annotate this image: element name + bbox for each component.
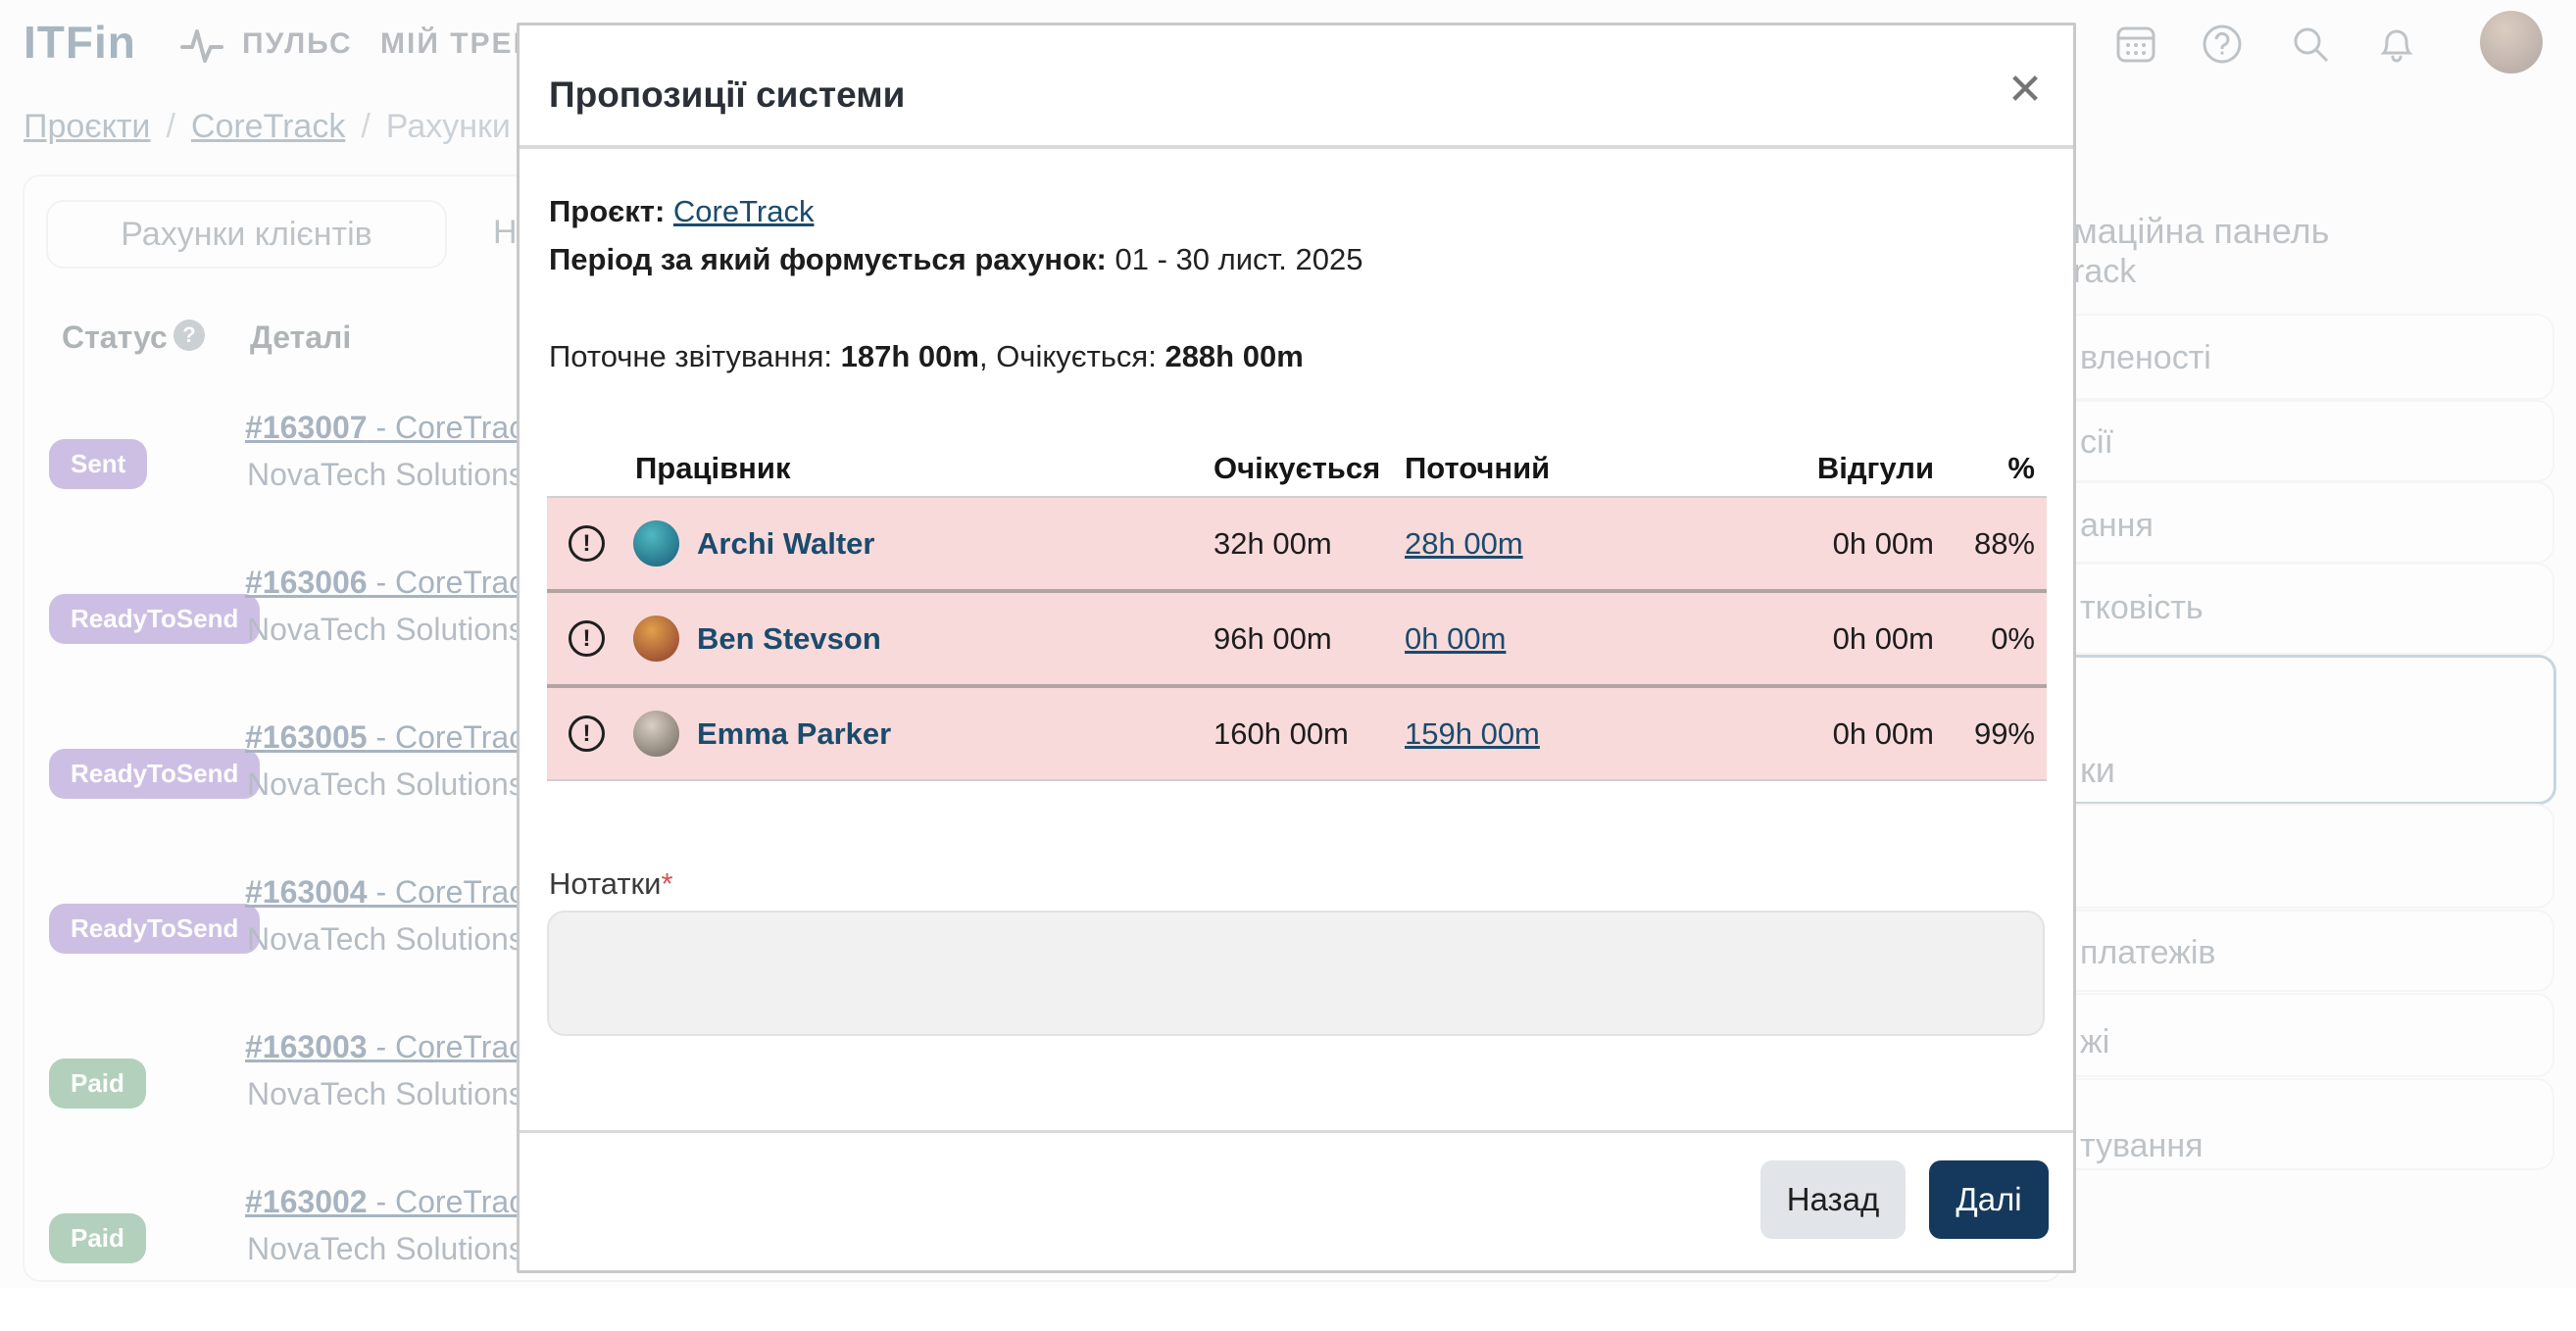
notes-textarea[interactable] — [547, 911, 2045, 1036]
footer-divider — [520, 1130, 2073, 1133]
col-time-off: Відгули — [1816, 451, 1934, 485]
header-divider — [520, 145, 2073, 149]
employee-row: ! Emma Parker 160h 00m 159h 00m 0h 00m 9… — [547, 688, 2047, 781]
invoice-link[interactable]: #163007 - CoreTrack — [245, 410, 540, 446]
search-icon[interactable] — [2290, 24, 2331, 65]
time-off-hours: 0h 00m — [1832, 620, 1934, 656]
nav-pulse[interactable]: ПУЛЬС — [242, 27, 353, 61]
bell-icon[interactable] — [2376, 24, 2417, 65]
employee-name: Emma Parker — [697, 715, 892, 751]
side-panel-title: маційна панель — [2073, 211, 2330, 251]
invoice-link[interactable]: #163003 - CoreTrack — [245, 1029, 540, 1065]
time-off-hours: 0h 00m — [1832, 525, 1934, 561]
col-current: Поточний — [1405, 451, 1551, 485]
itfin-logo[interactable]: ITFin — [24, 16, 136, 69]
time-off-hours: 0h 00m — [1832, 715, 1934, 751]
side-panel-subtitle: rack — [2073, 253, 2137, 290]
breadcrumb-projects[interactable]: Проєкти — [24, 108, 150, 145]
side-item-label: тування — [2080, 1127, 2204, 1164]
app-stage: ITFin ПУЛЬС МІЙ ТРЕКЕР Проєкти / CoreTra… — [0, 0, 2576, 1288]
invoice-link[interactable]: #163004 - CoreTrack — [245, 874, 540, 911]
employee-name: Archi Walter — [697, 525, 875, 561]
warning-icon: ! — [569, 715, 605, 752]
avatar — [633, 711, 679, 757]
required-asterisk: * — [661, 866, 673, 901]
percent-value: 88% — [1973, 525, 2035, 561]
calendar-icon[interactable] — [2115, 24, 2156, 65]
side-item-label: платежів — [2080, 934, 2216, 971]
employees-table: Працівник Очікується Поточний Відгули % … — [547, 441, 2047, 781]
current-hours-link[interactable]: 28h 00m — [1405, 526, 1523, 561]
totals-line: Поточне звітування: 187h 00m, Очікується… — [549, 339, 1304, 373]
close-icon[interactable]: ✕ — [2004, 69, 2047, 112]
status-help-icon[interactable]: ? — [173, 320, 205, 351]
employee-row: ! Archi Walter 32h 00m 28h 00m 0h 00m 88… — [547, 498, 2047, 593]
system-proposals-modal: Пропозиції системи ✕ Проєкт: CoreTrack П… — [517, 23, 2076, 1273]
expected-hours: 160h 00m — [1214, 715, 1349, 751]
pulse-icon — [178, 22, 225, 69]
next-button[interactable]: Далі — [1929, 1160, 2049, 1239]
status-badge: ReadyToSend — [49, 749, 261, 799]
project-link[interactable]: CoreTrack — [673, 194, 815, 228]
side-item-label: сії — [2080, 423, 2113, 461]
col-percent: % — [2007, 451, 2035, 485]
side-item-label: ки — [2080, 750, 2115, 790]
side-item-label: ання — [2080, 507, 2154, 544]
current-hours-link[interactable]: 159h 00m — [1405, 716, 1540, 751]
expected-hours: 96h 00m — [1214, 620, 1332, 656]
breadcrumb-invoices: Рахунки — [385, 108, 511, 145]
side-item-label: вленості — [2080, 339, 2211, 376]
modal-title: Пропозиції системи — [549, 74, 906, 115]
expected-hours: 32h 00m — [1214, 525, 1332, 561]
status-badge: ReadyToSend — [49, 904, 261, 954]
warning-icon: ! — [569, 620, 605, 657]
user-avatar[interactable] — [2480, 11, 2543, 74]
current-hours-link[interactable]: 0h 00m — [1405, 621, 1506, 656]
warning-icon: ! — [569, 525, 605, 562]
notes-label: Нотатки* — [549, 866, 673, 901]
column-status: Статус — [62, 320, 168, 355]
status-badge: Sent — [49, 439, 148, 489]
employee-name: Ben Stevson — [697, 620, 881, 656]
status-badge: ReadyToSend — [49, 594, 261, 644]
percent-value: 0% — [1991, 620, 2035, 656]
breadcrumb: Проєкти / CoreTrack / Рахунки — [24, 108, 511, 145]
back-button[interactable]: Назад — [1760, 1160, 1906, 1239]
tab-client-invoices[interactable]: Рахунки клієнтів — [46, 200, 447, 269]
invoice-link[interactable]: #163002 - CoreTrack — [245, 1184, 540, 1220]
avatar — [633, 520, 679, 567]
column-details: Деталі — [250, 320, 352, 355]
percent-value: 99% — [1973, 715, 2035, 751]
table-header: Працівник Очікується Поточний Відгули % — [547, 441, 2047, 498]
side-item-label: жі — [2080, 1023, 2110, 1060]
invoice-link[interactable]: #163006 - CoreTrack — [245, 565, 540, 601]
col-expected: Очікується — [1214, 451, 1381, 485]
period-line: Період за який формується рахунок: 01 - … — [549, 242, 1363, 276]
tab-second[interactable]: Н — [493, 200, 518, 265]
invoice-link[interactable]: #163005 - CoreTrack — [245, 719, 540, 756]
col-employee: Працівник — [635, 451, 791, 485]
side-item-label: тковість — [2080, 589, 2204, 626]
status-badge: Paid — [49, 1213, 146, 1263]
project-line: Проєкт: CoreTrack — [549, 194, 815, 228]
employee-row: ! Ben Stevson 96h 00m 0h 00m 0h 00m 0% — [547, 593, 2047, 688]
avatar — [633, 616, 679, 662]
breadcrumb-coretrack[interactable]: CoreTrack — [191, 108, 345, 145]
help-icon[interactable] — [2202, 24, 2243, 65]
status-badge: Paid — [49, 1059, 146, 1109]
